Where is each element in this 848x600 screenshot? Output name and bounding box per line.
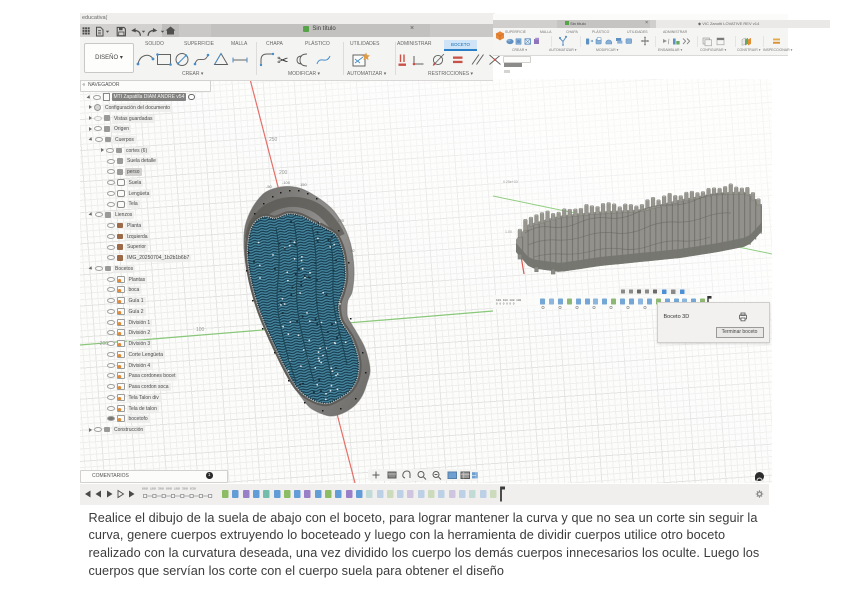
svg-text:50: 50 — [350, 248, 355, 253]
svg-text:✂: ✂ — [277, 52, 289, 68]
svg-text:-50: -50 — [266, 184, 273, 189]
svg-text:150: 150 — [300, 182, 307, 187]
svg-text:-100: -100 — [282, 180, 291, 185]
svg-text:0 0 0 0 0 0: 0 0 0 0 0 0 — [496, 302, 515, 305]
svg-text:000 100 300 000 100 300 030: 000 100 300 000 100 300 030 — [142, 487, 196, 490]
svg-text:-150: -150 — [336, 218, 345, 223]
